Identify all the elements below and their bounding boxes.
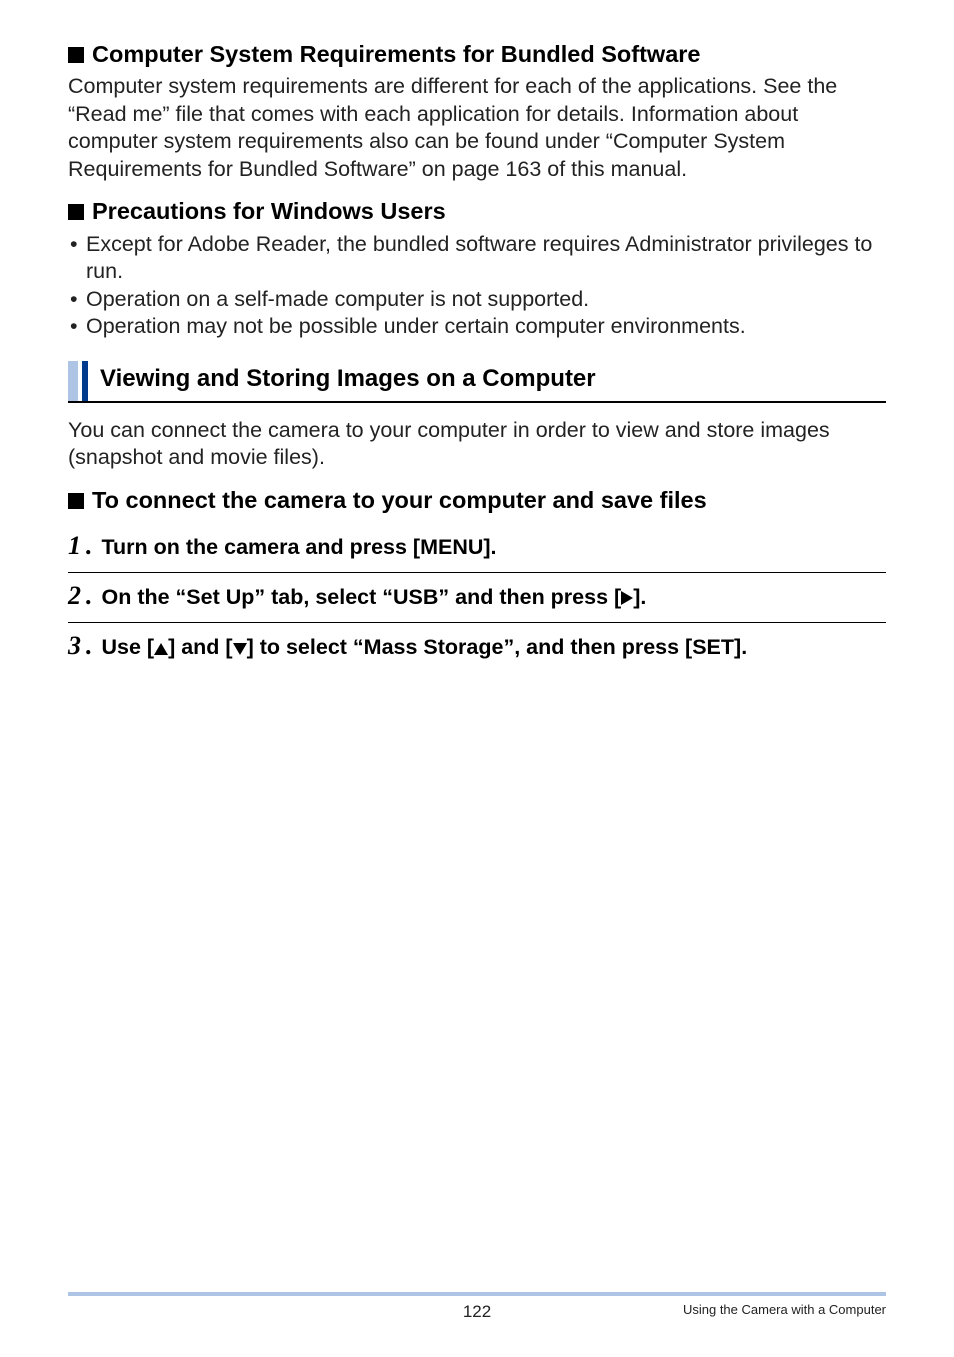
footer-row: 122 Using the Camera with a Computer <box>68 1302 886 1317</box>
section-heading-viewing-storing: Viewing and Storing Images on a Computer <box>68 361 886 403</box>
step-number: 2 <box>68 583 81 609</box>
heading-bar-light <box>68 361 78 401</box>
step-text-part: On the “Set Up” tab, select “USB” and th… <box>102 585 622 609</box>
subheading-label: Computer System Requirements for Bundled… <box>92 40 701 69</box>
step-number-dot: . <box>85 533 92 559</box>
step-3: 3. Use [ ] and [ ] to select “Mass Storage… <box>68 622 886 672</box>
footer-divider <box>68 1292 886 1296</box>
triangle-down-icon <box>233 643 247 655</box>
step-number-dot: . <box>85 633 92 659</box>
step-2: 2. On the “Set Up” tab, select “USB” and… <box>68 572 886 622</box>
step-number-dot: . <box>85 583 92 609</box>
square-bullet-icon <box>68 493 84 509</box>
subheading-connect-camera: To connect the camera to your computer a… <box>68 486 886 515</box>
step-text-part: ] to select “Mass Storage”, and then pre… <box>247 635 748 659</box>
square-bullet-icon <box>68 204 84 220</box>
subheading-label: To connect the camera to your computer a… <box>92 486 707 515</box>
section-heading-label: Viewing and Storing Images on a Computer <box>100 361 596 401</box>
paragraph-computer-system-req: Computer system requirements are differe… <box>68 73 886 183</box>
heading-bar-dark <box>82 361 88 401</box>
bullet-list-precautions: Except for Adobe Reader, the bundled sof… <box>68 231 886 341</box>
step-number: 1 <box>68 533 81 559</box>
step-text: On the “Set Up” tab, select “USB” and th… <box>102 584 647 612</box>
triangle-up-icon <box>154 643 168 655</box>
subheading-precautions: Precautions for Windows Users <box>68 197 886 226</box>
step-text: Use [ ] and [ ] to select “Mass Storage”, … <box>102 634 748 662</box>
step-text-part: ]. <box>633 585 646 609</box>
list-item: Operation on a self-made computer is not… <box>68 286 886 314</box>
step-list: 1. Turn on the camera and press [MENU]. … <box>68 523 886 672</box>
triangle-right-icon <box>621 591 633 605</box>
subheading-label: Precautions for Windows Users <box>92 197 446 226</box>
step-text: Turn on the camera and press [MENU]. <box>102 534 497 562</box>
subheading-computer-system-req: Computer System Requirements for Bundled… <box>68 40 886 69</box>
step-number: 3 <box>68 633 81 659</box>
step-1: 1. Turn on the camera and press [MENU]. <box>68 523 886 572</box>
page-footer: 122 Using the Camera with a Computer <box>68 1292 886 1317</box>
paragraph-viewing-storing: You can connect the camera to your compu… <box>68 417 886 472</box>
list-item: Operation may not be possible under cert… <box>68 313 886 341</box>
step-text-part: Use [ <box>102 635 155 659</box>
list-item: Except for Adobe Reader, the bundled sof… <box>68 231 886 286</box>
square-bullet-icon <box>68 47 84 63</box>
step-text-part: ] and [ <box>168 635 233 659</box>
page-number: 122 <box>68 1302 886 1322</box>
